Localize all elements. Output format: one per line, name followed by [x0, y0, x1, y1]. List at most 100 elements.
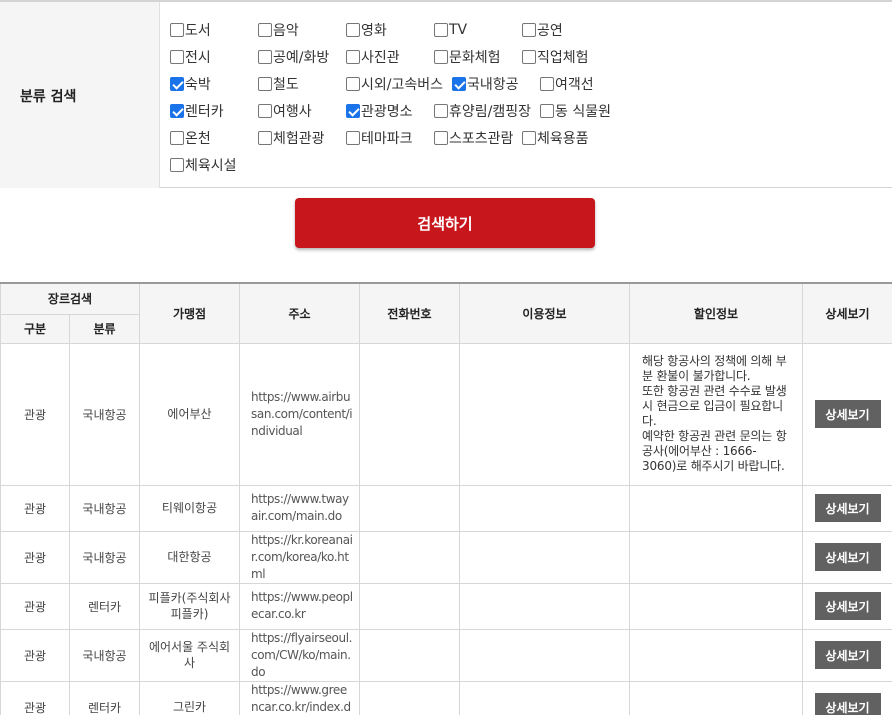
checkbox-box[interactable] — [258, 23, 272, 37]
checkbox-box[interactable] — [346, 23, 360, 37]
checkbox-box[interactable] — [434, 50, 448, 64]
cell-category: 렌터카 — [68, 582, 141, 630]
checkbox-box[interactable] — [522, 50, 536, 64]
checkbox-music[interactable]: 음악 — [258, 20, 299, 40]
checkbox-box[interactable] — [258, 50, 272, 64]
cell-merchant: 그린카 — [139, 680, 241, 715]
checkbox-attraction[interactable]: 관광명소 — [346, 101, 413, 121]
checkbox-movie[interactable]: 영화 — [346, 20, 387, 40]
header-category: 분류 — [68, 313, 141, 344]
checkbox-hot-spring[interactable]: 온천 — [170, 128, 211, 148]
checkbox-box[interactable] — [434, 23, 448, 37]
cell-address: https://www.greencar.co.kr/index.do — [239, 680, 361, 715]
checkbox-label: 동 식물원 — [555, 104, 611, 120]
checkbox-bus[interactable]: 시외/고속버스 — [346, 74, 443, 94]
checkbox-camping[interactable]: 휴양림/캠핑장 — [434, 101, 531, 121]
cell-phone — [359, 342, 461, 486]
checkbox-zoo-garden[interactable]: 동 식물원 — [540, 101, 611, 121]
cell-discount — [629, 530, 804, 584]
header-discount-info: 할인정보 — [629, 282, 804, 344]
cell-phone — [359, 582, 461, 630]
checkbox-domestic-air[interactable]: 국내항공 — [452, 74, 519, 94]
checkbox-label: 체육시설 — [185, 158, 237, 174]
checkbox-sports-facility[interactable]: 체육시설 — [170, 155, 237, 175]
cell-category: 국내항공 — [68, 342, 141, 486]
checkbox-theme-park[interactable]: 테마파크 — [346, 128, 413, 148]
checkbox-box[interactable] — [346, 104, 360, 118]
checkbox-job-experience[interactable]: 직업체험 — [522, 47, 589, 67]
checkbox-box[interactable] — [170, 50, 184, 64]
cell-phone — [359, 628, 461, 682]
checkbox-lodging[interactable]: 숙박 — [170, 74, 211, 94]
table-row: 관광 렌터카 피플카(주식회사 피플카) https://www.peoplec… — [0, 582, 892, 630]
header-phone: 전화번호 — [359, 282, 461, 344]
checkbox-box[interactable] — [522, 131, 536, 145]
checkbox-sports-goods[interactable]: 체육용품 — [522, 128, 589, 148]
detail-button[interactable]: 상세보기 — [814, 592, 881, 620]
checkbox-box[interactable] — [170, 158, 184, 172]
cell-gubun: 관광 — [0, 680, 70, 715]
checkbox-tv[interactable]: TV — [434, 20, 467, 40]
checkbox-label: 숙박 — [185, 77, 211, 93]
cell-gubun: 관광 — [0, 342, 70, 486]
checkbox-box[interactable] — [170, 104, 184, 118]
detail-button[interactable]: 상세보기 — [814, 400, 881, 428]
table-row: 관광 국내항공 티웨이항공 https://www.twayair.com/ma… — [0, 484, 892, 532]
checkbox-label: 렌터카 — [185, 104, 224, 120]
checkbox-rental-car[interactable]: 렌터카 — [170, 101, 224, 121]
checkbox-label: 전시 — [185, 50, 211, 66]
checkbox-label: 직업체험 — [537, 50, 589, 66]
checkbox-box[interactable] — [540, 104, 554, 118]
detail-button[interactable]: 상세보기 — [814, 494, 881, 522]
cell-phone — [359, 484, 461, 532]
search-button[interactable]: 검색하기 — [295, 198, 595, 248]
detail-button[interactable]: 상세보기 — [814, 693, 881, 715]
checkbox-box[interactable] — [258, 131, 272, 145]
checkbox-box[interactable] — [170, 131, 184, 145]
checkbox-performance[interactable]: 공연 — [522, 20, 563, 40]
cell-usage — [459, 530, 631, 584]
cell-phone — [359, 530, 461, 584]
cell-gubun: 관광 — [0, 582, 70, 630]
checkbox-label: 국내항공 — [467, 77, 519, 93]
cell-merchant: 에어부산 — [139, 342, 241, 486]
checkbox-box[interactable] — [346, 50, 360, 64]
checkbox-experience-tour[interactable]: 체험관광 — [258, 128, 325, 148]
checkbox-box[interactable] — [346, 77, 360, 91]
checkbox-box[interactable] — [170, 77, 184, 91]
checkbox-label: 공연 — [537, 23, 563, 39]
checkbox-sports-viewing[interactable]: 스포츠관람 — [434, 128, 513, 148]
checkbox-box[interactable] — [434, 104, 448, 118]
checkbox-label: 공예/화방 — [273, 50, 330, 66]
checkbox-box[interactable] — [258, 104, 272, 118]
checkbox-railway[interactable]: 철도 — [258, 74, 299, 94]
table-row: 관광 국내항공 에어서울 주식회사 https://flyairseoul.co… — [0, 628, 892, 682]
cell-merchant: 티웨이항공 — [139, 484, 241, 532]
checkbox-culture-experience[interactable]: 문화체험 — [434, 47, 501, 67]
checkbox-travel-agency[interactable]: 여행사 — [258, 101, 312, 121]
checkbox-exhibition[interactable]: 전시 — [170, 47, 211, 67]
checkbox-ferry[interactable]: 여객선 — [540, 74, 594, 94]
checkbox-box[interactable] — [434, 131, 448, 145]
detail-button[interactable]: 상세보기 — [814, 641, 881, 669]
cell-category: 국내항공 — [68, 530, 141, 584]
checkbox-box[interactable] — [170, 23, 184, 37]
checkbox-box[interactable] — [452, 77, 466, 91]
cell-detail: 상세보기 — [802, 484, 892, 532]
checkbox-craft[interactable]: 공예/화방 — [258, 47, 329, 67]
cell-detail: 상세보기 — [802, 342, 892, 486]
checkbox-photo-studio[interactable]: 사진관 — [346, 47, 400, 67]
checkbox-box[interactable] — [346, 131, 360, 145]
checkbox-label: 여객선 — [555, 77, 594, 93]
checkbox-box[interactable] — [540, 77, 554, 91]
cell-detail: 상세보기 — [802, 530, 892, 584]
cell-phone — [359, 680, 461, 715]
detail-button[interactable]: 상세보기 — [814, 543, 881, 571]
cell-merchant: 에어서울 주식회사 — [139, 628, 241, 682]
checkbox-books[interactable]: 도서 — [170, 20, 211, 40]
checkbox-box[interactable] — [258, 77, 272, 91]
checkbox-box[interactable] — [522, 23, 536, 37]
checkbox-label: 영화 — [361, 23, 387, 39]
cell-gubun: 관광 — [0, 484, 70, 532]
checkbox-label: 테마파크 — [361, 131, 413, 147]
